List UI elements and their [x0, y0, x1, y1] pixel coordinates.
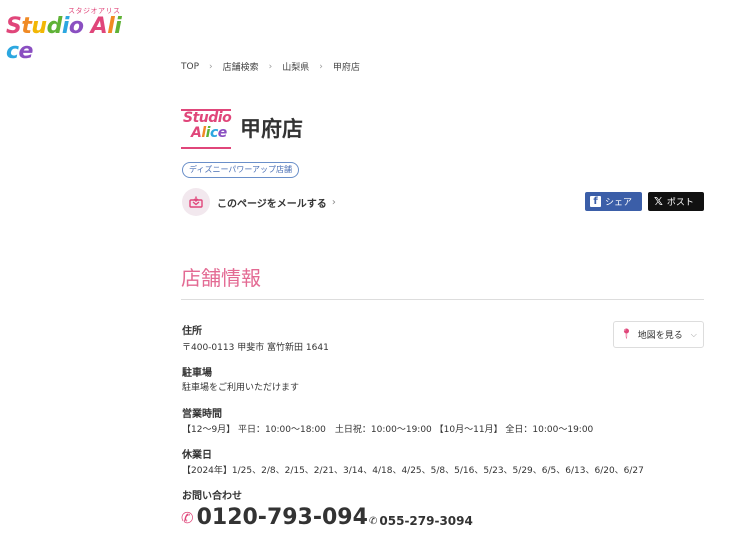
- store-logo: Studio Alice: [181, 109, 232, 149]
- breadcrumb-item-prefecture[interactable]: 山梨県: [282, 60, 309, 73]
- view-map-button[interactable]: 📍︎ 地図を見る ⌵: [613, 321, 704, 348]
- holidays-label: 休業日: [182, 450, 212, 461]
- site-logo[interactable]: スタジオアリス Studio Alice: [6, 6, 124, 64]
- section-title: 店舗情報: [181, 266, 261, 290]
- hours-value: 【12〜9月】 平日：10:00〜18:00 土日祝：10:00〜19:00 【…: [182, 425, 594, 435]
- free-dial-number: 0120-793-094: [196, 505, 368, 530]
- breadcrumb-item-current: 甲府店: [332, 63, 360, 73]
- x-post-label: ポスト: [666, 198, 694, 208]
- holidays-value: 【2024年】1/25、2/8、2/15、2/21、3/14、4/18、4/25…: [182, 466, 644, 476]
- local-phone-link[interactable]: ✆ 055-279-3094: [369, 514, 473, 528]
- mail-link-label: このページをメールする: [217, 198, 327, 210]
- x-post-button[interactable]: 𝕏 ポスト: [648, 192, 704, 211]
- disney-powerup-badge: ディズニーパワーアップ店舗: [182, 162, 300, 178]
- page-title: 甲府店: [240, 117, 303, 141]
- mail-page-link[interactable]: このページをメールする ›: [182, 188, 336, 216]
- store-header: Studio Alice 甲府店: [181, 109, 303, 149]
- store-logo-line2: Alice: [191, 125, 227, 141]
- facebook-icon: f: [590, 196, 601, 207]
- breadcrumb-item-top[interactable]: TOP: [181, 62, 199, 72]
- chevron-right-icon: ›: [268, 61, 273, 72]
- phone-icon: ✆: [369, 515, 378, 527]
- breadcrumb-item-store-search[interactable]: 店舗検索: [223, 60, 259, 73]
- parking-value: 駐車場をご利用いただけます: [182, 383, 300, 393]
- logo-wordmark: Studio Alice: [6, 14, 122, 64]
- view-map-label: 地図を見る: [637, 331, 683, 341]
- phone-icon: ✆: [181, 508, 194, 527]
- chevron-right-icon: ›: [319, 61, 323, 72]
- facebook-share-button[interactable]: f シェア: [585, 192, 642, 211]
- mail-icon: [182, 188, 210, 216]
- x-icon: 𝕏: [654, 195, 663, 208]
- parking-label: 駐車場: [182, 368, 212, 379]
- breadcrumb: TOP › 店舗検索 › 山梨県 › 甲府店: [181, 60, 360, 74]
- address-label: 住所: [182, 326, 202, 337]
- divider: [181, 299, 704, 300]
- chevron-down-icon: ⌵: [690, 329, 697, 339]
- local-phone-number: 055-279-3094: [379, 514, 473, 528]
- map-pin-icon: 📍︎: [620, 329, 633, 340]
- facebook-share-label: シェア: [605, 198, 633, 208]
- free-dial-phone-link[interactable]: ✆ 0120-793-094: [181, 505, 368, 530]
- address-value: 〒400-0113 甲斐市 富竹新田 1641: [182, 343, 329, 353]
- store-logo-line1: Studio: [183, 110, 232, 126]
- chevron-right-icon: ›: [209, 61, 213, 72]
- contact-label: お問い合わせ: [182, 491, 242, 502]
- hours-label: 営業時間: [182, 409, 222, 420]
- chevron-right-icon: ›: [331, 196, 336, 208]
